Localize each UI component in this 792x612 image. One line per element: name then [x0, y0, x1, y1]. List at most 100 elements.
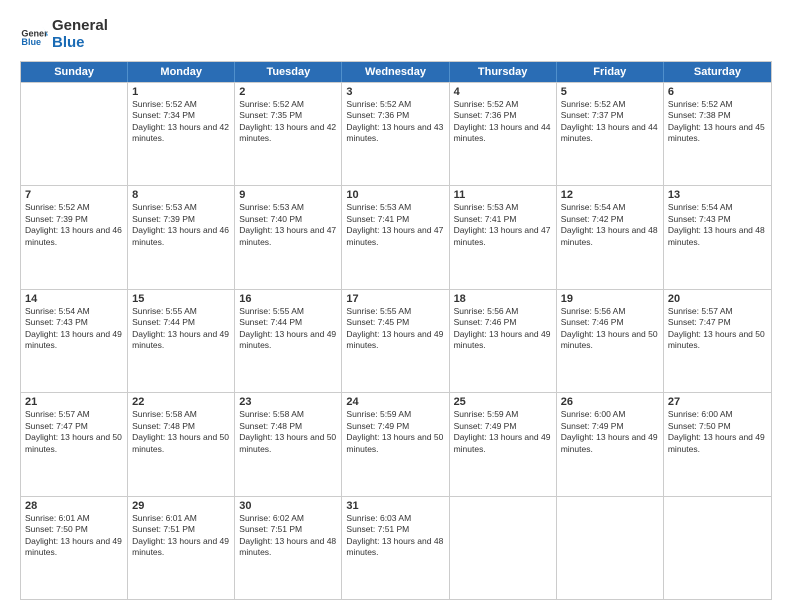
cell-info: Sunrise: 6:00 AM Sunset: 7:50 PM Dayligh… — [668, 409, 767, 455]
day-number: 3 — [346, 86, 444, 98]
day-number: 30 — [239, 500, 337, 512]
logo-icon: General Blue — [20, 21, 48, 49]
cell-info: Sunrise: 5:54 AM Sunset: 7:43 PM Dayligh… — [25, 306, 123, 352]
cell-info: Sunrise: 5:56 AM Sunset: 7:46 PM Dayligh… — [454, 306, 552, 352]
day-number: 20 — [668, 293, 767, 305]
day-number: 7 — [25, 189, 123, 201]
calendar-row: 14Sunrise: 5:54 AM Sunset: 7:43 PM Dayli… — [21, 289, 771, 392]
day-number: 17 — [346, 293, 444, 305]
calendar-cell: 4Sunrise: 5:52 AM Sunset: 7:36 PM Daylig… — [450, 83, 557, 185]
calendar-cell: 25Sunrise: 5:59 AM Sunset: 7:49 PM Dayli… — [450, 393, 557, 495]
cell-info: Sunrise: 5:54 AM Sunset: 7:42 PM Dayligh… — [561, 202, 659, 248]
cell-info: Sunrise: 5:57 AM Sunset: 7:47 PM Dayligh… — [25, 409, 123, 455]
day-number: 14 — [25, 293, 123, 305]
day-number: 10 — [346, 189, 444, 201]
calendar-cell: 15Sunrise: 5:55 AM Sunset: 7:44 PM Dayli… — [128, 290, 235, 392]
day-number: 11 — [454, 189, 552, 201]
calendar-cell: 5Sunrise: 5:52 AM Sunset: 7:37 PM Daylig… — [557, 83, 664, 185]
cell-info: Sunrise: 5:52 AM Sunset: 7:34 PM Dayligh… — [132, 99, 230, 145]
cell-info: Sunrise: 5:53 AM Sunset: 7:40 PM Dayligh… — [239, 202, 337, 248]
calendar-cell — [664, 497, 771, 599]
cell-info: Sunrise: 6:00 AM Sunset: 7:49 PM Dayligh… — [561, 409, 659, 455]
calendar-cell: 27Sunrise: 6:00 AM Sunset: 7:50 PM Dayli… — [664, 393, 771, 495]
day-number: 8 — [132, 189, 230, 201]
calendar-row: 28Sunrise: 6:01 AM Sunset: 7:50 PM Dayli… — [21, 496, 771, 599]
weekday-header: Sunday — [21, 62, 128, 82]
weekday-header: Thursday — [450, 62, 557, 82]
day-number: 19 — [561, 293, 659, 305]
calendar-cell: 26Sunrise: 6:00 AM Sunset: 7:49 PM Dayli… — [557, 393, 664, 495]
cell-info: Sunrise: 5:55 AM Sunset: 7:45 PM Dayligh… — [346, 306, 444, 352]
day-number: 27 — [668, 396, 767, 408]
calendar-cell: 30Sunrise: 6:02 AM Sunset: 7:51 PM Dayli… — [235, 497, 342, 599]
calendar-cell: 6Sunrise: 5:52 AM Sunset: 7:38 PM Daylig… — [664, 83, 771, 185]
calendar-cell: 10Sunrise: 5:53 AM Sunset: 7:41 PM Dayli… — [342, 186, 449, 288]
day-number: 4 — [454, 86, 552, 98]
day-number: 31 — [346, 500, 444, 512]
calendar-cell — [450, 497, 557, 599]
cell-info: Sunrise: 5:55 AM Sunset: 7:44 PM Dayligh… — [132, 306, 230, 352]
calendar-cell — [557, 497, 664, 599]
day-number: 13 — [668, 189, 767, 201]
logo-general: General — [52, 18, 108, 35]
calendar-cell: 12Sunrise: 5:54 AM Sunset: 7:42 PM Dayli… — [557, 186, 664, 288]
calendar-cell: 18Sunrise: 5:56 AM Sunset: 7:46 PM Dayli… — [450, 290, 557, 392]
cell-info: Sunrise: 5:52 AM Sunset: 7:36 PM Dayligh… — [454, 99, 552, 145]
cell-info: Sunrise: 5:57 AM Sunset: 7:47 PM Dayligh… — [668, 306, 767, 352]
day-number: 29 — [132, 500, 230, 512]
calendar-cell: 13Sunrise: 5:54 AM Sunset: 7:43 PM Dayli… — [664, 186, 771, 288]
calendar-cell: 16Sunrise: 5:55 AM Sunset: 7:44 PM Dayli… — [235, 290, 342, 392]
cell-info: Sunrise: 6:01 AM Sunset: 7:50 PM Dayligh… — [25, 513, 123, 559]
cell-info: Sunrise: 5:52 AM Sunset: 7:35 PM Dayligh… — [239, 99, 337, 145]
cell-info: Sunrise: 6:01 AM Sunset: 7:51 PM Dayligh… — [132, 513, 230, 559]
day-number: 1 — [132, 86, 230, 98]
calendar-cell: 3Sunrise: 5:52 AM Sunset: 7:36 PM Daylig… — [342, 83, 449, 185]
calendar-cell: 17Sunrise: 5:55 AM Sunset: 7:45 PM Dayli… — [342, 290, 449, 392]
day-number: 2 — [239, 86, 337, 98]
cell-info: Sunrise: 5:56 AM Sunset: 7:46 PM Dayligh… — [561, 306, 659, 352]
weekday-header: Wednesday — [342, 62, 449, 82]
cell-info: Sunrise: 5:59 AM Sunset: 7:49 PM Dayligh… — [454, 409, 552, 455]
cell-info: Sunrise: 6:02 AM Sunset: 7:51 PM Dayligh… — [239, 513, 337, 559]
cell-info: Sunrise: 5:58 AM Sunset: 7:48 PM Dayligh… — [132, 409, 230, 455]
cell-info: Sunrise: 5:54 AM Sunset: 7:43 PM Dayligh… — [668, 202, 767, 248]
day-number: 28 — [25, 500, 123, 512]
cell-info: Sunrise: 6:03 AM Sunset: 7:51 PM Dayligh… — [346, 513, 444, 559]
calendar-cell: 1Sunrise: 5:52 AM Sunset: 7:34 PM Daylig… — [128, 83, 235, 185]
logo: General Blue General Blue — [20, 18, 108, 51]
svg-text:Blue: Blue — [21, 36, 41, 46]
calendar-cell: 8Sunrise: 5:53 AM Sunset: 7:39 PM Daylig… — [128, 186, 235, 288]
day-number: 26 — [561, 396, 659, 408]
cell-info: Sunrise: 5:53 AM Sunset: 7:39 PM Dayligh… — [132, 202, 230, 248]
calendar: SundayMondayTuesdayWednesdayThursdayFrid… — [20, 61, 772, 600]
calendar-cell: 11Sunrise: 5:53 AM Sunset: 7:41 PM Dayli… — [450, 186, 557, 288]
day-number: 9 — [239, 189, 337, 201]
cell-info: Sunrise: 5:58 AM Sunset: 7:48 PM Dayligh… — [239, 409, 337, 455]
calendar-row: 7Sunrise: 5:52 AM Sunset: 7:39 PM Daylig… — [21, 185, 771, 288]
cell-info: Sunrise: 5:55 AM Sunset: 7:44 PM Dayligh… — [239, 306, 337, 352]
calendar-body: 1Sunrise: 5:52 AM Sunset: 7:34 PM Daylig… — [21, 82, 771, 599]
calendar-header-row: SundayMondayTuesdayWednesdayThursdayFrid… — [21, 62, 771, 82]
calendar-cell: 29Sunrise: 6:01 AM Sunset: 7:51 PM Dayli… — [128, 497, 235, 599]
day-number: 25 — [454, 396, 552, 408]
cell-info: Sunrise: 5:53 AM Sunset: 7:41 PM Dayligh… — [346, 202, 444, 248]
calendar-cell: 23Sunrise: 5:58 AM Sunset: 7:48 PM Dayli… — [235, 393, 342, 495]
cell-info: Sunrise: 5:52 AM Sunset: 7:38 PM Dayligh… — [668, 99, 767, 145]
day-number: 15 — [132, 293, 230, 305]
day-number: 16 — [239, 293, 337, 305]
day-number: 12 — [561, 189, 659, 201]
day-number: 24 — [346, 396, 444, 408]
calendar-row: 1Sunrise: 5:52 AM Sunset: 7:34 PM Daylig… — [21, 82, 771, 185]
calendar-row: 21Sunrise: 5:57 AM Sunset: 7:47 PM Dayli… — [21, 392, 771, 495]
cell-info: Sunrise: 5:52 AM Sunset: 7:37 PM Dayligh… — [561, 99, 659, 145]
calendar-cell: 20Sunrise: 5:57 AM Sunset: 7:47 PM Dayli… — [664, 290, 771, 392]
calendar-cell: 7Sunrise: 5:52 AM Sunset: 7:39 PM Daylig… — [21, 186, 128, 288]
calendar-cell: 9Sunrise: 5:53 AM Sunset: 7:40 PM Daylig… — [235, 186, 342, 288]
header: General Blue General Blue — [20, 18, 772, 51]
calendar-cell — [21, 83, 128, 185]
day-number: 21 — [25, 396, 123, 408]
logo-text: General Blue — [52, 18, 108, 51]
calendar-cell: 28Sunrise: 6:01 AM Sunset: 7:50 PM Dayli… — [21, 497, 128, 599]
calendar-cell: 19Sunrise: 5:56 AM Sunset: 7:46 PM Dayli… — [557, 290, 664, 392]
day-number: 5 — [561, 86, 659, 98]
